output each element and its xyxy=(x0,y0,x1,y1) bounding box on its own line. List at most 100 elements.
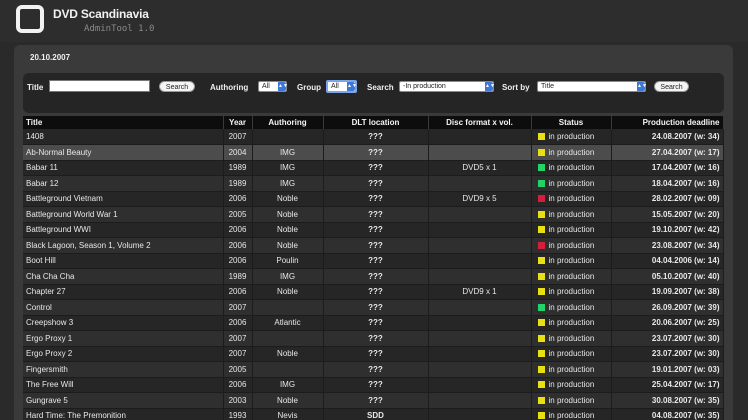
column-header-status[interactable]: Status xyxy=(531,116,612,129)
cell-title[interactable]: Fingersmith xyxy=(23,361,224,378)
status-indicator-icon xyxy=(537,241,545,249)
status-text: in production xyxy=(548,302,595,312)
chevron-down-icon: ▲▼ xyxy=(278,82,288,91)
table-row[interactable]: Chapter 27 2006 Noble??? DVD9 x 1 in product… xyxy=(23,284,724,300)
cell-year: 2006 xyxy=(223,191,253,207)
cell-title[interactable]: Ergo Proxy 2 xyxy=(23,346,224,362)
column-header-disc-format[interactable]: Disc format x vol. xyxy=(428,116,532,129)
table-row[interactable]: Cha Cha Cha 1989 IMG??? in production 05.10.… xyxy=(23,268,724,285)
cell-disc-format xyxy=(428,346,532,362)
column-header-dlt-location[interactable]: DLT location xyxy=(323,116,429,129)
title-search-button[interactable]: Search xyxy=(159,81,195,92)
cell-dlt-location: ??? xyxy=(323,392,429,409)
status-text: in production xyxy=(548,287,595,297)
table-row[interactable]: Battleground Vietnam 2006 Noble??? DVD9 x 5… xyxy=(23,191,724,207)
status-text: in production xyxy=(548,411,595,420)
cell-title[interactable]: Hard Time: The Premonition xyxy=(23,408,224,420)
cell-title[interactable]: Battleground WWI xyxy=(23,222,224,238)
cell-title[interactable]: Gungrave 5 xyxy=(23,392,224,409)
cell-title[interactable]: Control xyxy=(23,299,224,316)
cell-dlt-location: ??? xyxy=(323,175,429,192)
cell-title[interactable]: Black Lagoon, Season 1, Volume 2 xyxy=(23,237,224,254)
sortby-select[interactable]: Title ▲▼ xyxy=(537,81,647,92)
table-row[interactable]: Ergo Proxy 1 2007??? in production 23.07.20… xyxy=(23,330,724,347)
status-text: in production xyxy=(548,333,595,343)
sortby-select-value: Title xyxy=(541,83,554,90)
cell-year: 2005 xyxy=(223,206,253,223)
table-row[interactable]: Black Lagoon, Season 1, Volume 2 2006 Nobl… xyxy=(23,237,724,254)
title-search-input[interactable] xyxy=(49,80,150,92)
status-search-select[interactable]: -In production ▲▼ xyxy=(399,81,495,92)
cell-disc-format xyxy=(428,361,532,378)
table-row[interactable]: Ab-Normal Beauty 2004 IMG??? in production 2… xyxy=(23,144,724,161)
cell-title[interactable]: 1408 xyxy=(23,129,224,145)
status-text: in production xyxy=(548,349,595,359)
status-indicator-icon xyxy=(537,195,545,203)
cell-title[interactable]: Creepshow 3 xyxy=(23,315,224,331)
table-row[interactable]: Control 2007??? in production 26.09.2007 (w… xyxy=(23,299,724,316)
cell-title[interactable]: Battleground Vietnam xyxy=(23,191,224,207)
cell-deadline: 27.04.2007 (w: 17) xyxy=(611,144,724,161)
cell-dlt-location: ??? xyxy=(323,144,429,161)
status-text: in production xyxy=(548,271,595,281)
cell-title[interactable]: Chapter 27 xyxy=(23,284,224,300)
table-row[interactable]: Battleground World War 1 2005 Noble??? in p… xyxy=(23,206,724,223)
top-bar: DVD Scandinavia AdminTool 1.0 xyxy=(0,0,748,42)
cell-deadline: 15.05.2007 (w: 20) xyxy=(611,206,724,223)
cell-disc-format xyxy=(428,175,532,192)
cell-title[interactable]: Babar 12 xyxy=(23,175,224,192)
cell-dlt-location: ??? xyxy=(323,377,429,393)
table-row[interactable]: Boot Hill 2006 Poulin??? in production 04.04… xyxy=(23,253,724,269)
logo-icon xyxy=(16,5,44,33)
cell-title[interactable]: Boot Hill xyxy=(23,253,224,269)
status-indicator-icon xyxy=(537,381,545,389)
cell-title[interactable]: The Free Will xyxy=(23,377,224,393)
cell-status: in production xyxy=(531,191,612,207)
cell-disc-format: DVD9 x 1 xyxy=(428,284,532,300)
cell-authoring: IMG xyxy=(252,377,324,393)
table-row[interactable]: Babar 12 1989 IMG??? in production 18.04.200… xyxy=(23,175,724,192)
cell-year: 1989 xyxy=(223,175,253,192)
cell-dlt-location: ??? xyxy=(323,222,429,238)
column-header-deadline[interactable]: Production deadline xyxy=(611,116,724,129)
cell-year: 2006 xyxy=(223,222,253,238)
cell-title[interactable]: Battleground World War 1 xyxy=(23,206,224,223)
cell-authoring: IMG xyxy=(252,144,324,161)
status-text: in production xyxy=(548,147,595,157)
table-row[interactable]: Ergo Proxy 2 2007 Noble??? in production 23.… xyxy=(23,346,724,362)
cell-deadline: 30.08.2007 (w: 35) xyxy=(611,392,724,409)
column-header-title[interactable]: Title xyxy=(23,116,224,129)
cell-disc-format xyxy=(428,268,532,285)
table-row[interactable]: Babar 11 1989 IMG??? DVD5 x 1 in production 1… xyxy=(23,160,724,176)
cell-title[interactable]: Cha Cha Cha xyxy=(23,268,224,285)
cell-title[interactable]: Ergo Proxy 1 xyxy=(23,330,224,347)
cell-dlt-location: ??? xyxy=(323,346,429,362)
table-row[interactable]: The Free Will 2006 IMG??? in production 25.0… xyxy=(23,377,724,393)
table-row[interactable]: Creepshow 3 2006 Atlantic??? in production 2… xyxy=(23,315,724,331)
column-header-authoring[interactable]: Authoring xyxy=(252,116,324,129)
cell-status: in production xyxy=(531,377,612,393)
status-indicator-icon xyxy=(537,210,545,218)
authoring-select[interactable]: All ▲▼ xyxy=(258,81,288,92)
cell-dlt-location: ??? xyxy=(323,191,429,207)
cell-authoring: Nevis xyxy=(252,408,324,420)
cell-disc-format xyxy=(428,129,532,145)
table-row[interactable]: 1408 2007??? in production 24.08.2007 (w: 3… xyxy=(23,129,724,145)
cell-authoring xyxy=(252,129,324,145)
cell-title[interactable]: Babar 11 xyxy=(23,160,224,176)
main-panel: 20.10.2007 Title Search Authoring All ▲▼… xyxy=(14,45,733,420)
column-header-year[interactable]: Year xyxy=(223,116,253,129)
table-row[interactable]: Fingersmith 2005??? in production 19.01.200… xyxy=(23,361,724,378)
table-row[interactable]: Battleground WWI 2006 Noble??? in productio… xyxy=(23,222,724,238)
table-row[interactable]: Gungrave 5 2003 Noble??? in production 30.08… xyxy=(23,392,724,409)
group-select[interactable]: All ▲▼ xyxy=(326,80,357,93)
status-text: in production xyxy=(548,132,595,141)
cell-title[interactable]: Ab-Normal Beauty xyxy=(23,144,224,161)
cell-authoring: Noble xyxy=(252,346,324,362)
cell-dlt-location: ??? xyxy=(323,253,429,269)
table-row[interactable]: Hard Time: The Premonition 1993 Nevis SDD in… xyxy=(23,408,724,420)
app-subtitle: AdminTool 1.0 xyxy=(84,24,155,34)
cell-dlt-location: ??? xyxy=(323,284,429,300)
cell-status: in production xyxy=(531,299,612,316)
sort-search-button[interactable]: Search xyxy=(654,81,689,92)
